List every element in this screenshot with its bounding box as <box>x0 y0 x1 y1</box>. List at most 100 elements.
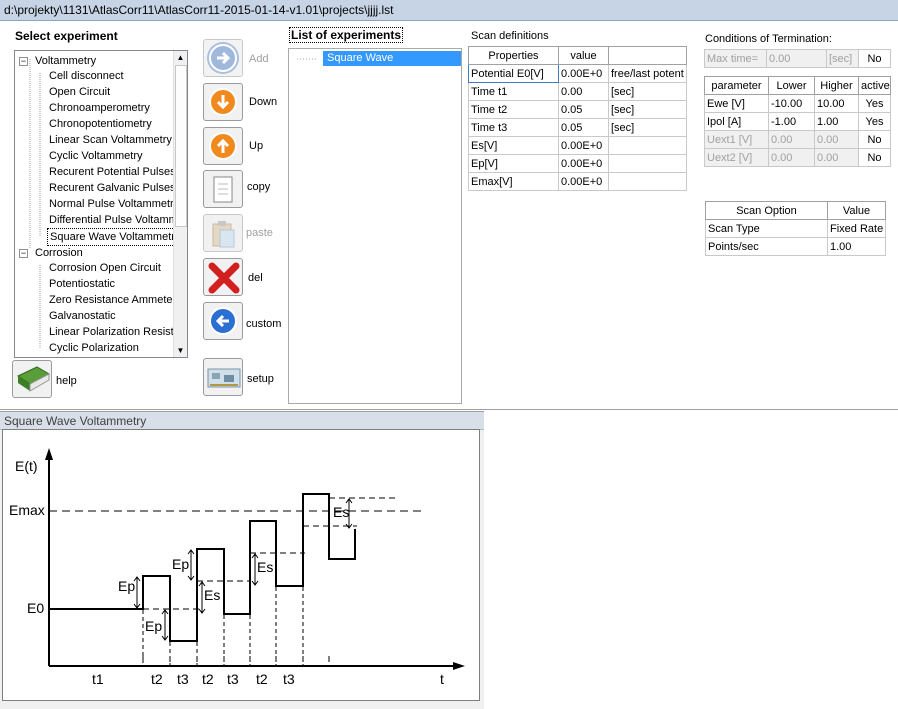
column-header[interactable]: Lower <box>768 76 815 95</box>
table-row[interactable]: Potential E0[V] 0.00E+0 free/last potent <box>468 64 687 83</box>
property-cell[interactable]: Time t3 <box>468 118 559 137</box>
tree-item-differential-pulse[interactable]: Differential Pulse Voltammetry <box>49 212 187 228</box>
tree-item-linear-polarization[interactable]: Linear Polarization Resistance <box>49 324 187 340</box>
value-cell[interactable]: 0.00E+0 <box>558 154 609 173</box>
table-row[interactable]: Ewe [V] -10.00 10.00 Yes <box>704 94 891 113</box>
property-cell[interactable]: Es[V] <box>468 136 559 155</box>
lower-cell[interactable]: 0.00 <box>768 130 815 149</box>
table-row[interactable]: Emax[V] 0.00E+0 <box>468 172 687 191</box>
experiment-tree[interactable]: − Voltammetry Cell disconnect Open Circu… <box>14 50 188 358</box>
tree-item-square-wave[interactable]: Square Wave Voltammetry <box>47 228 184 246</box>
value-cell[interactable]: 0.05 <box>558 118 609 137</box>
column-header[interactable] <box>608 46 687 65</box>
tree-item-cell-disconnect[interactable]: Cell disconnect <box>49 68 124 84</box>
property-cell[interactable]: Emax[V] <box>468 172 559 191</box>
tree-item-chronopotentiometry[interactable]: Chronopotentiometry <box>49 116 152 132</box>
custom-button[interactable] <box>203 302 243 340</box>
lower-cell[interactable]: -10.00 <box>768 94 815 113</box>
option-cell[interactable]: Points/sec <box>705 237 828 256</box>
unit-cell[interactable]: [sec] <box>608 100 687 119</box>
table-row[interactable]: Ep[V] 0.00E+0 <box>468 154 687 173</box>
table-row[interactable]: Uext2 [V] 0.00 0.00 No <box>704 148 891 167</box>
column-header[interactable]: active <box>858 76 891 95</box>
active-cell[interactable]: Yes <box>858 112 891 131</box>
column-header[interactable]: Properties <box>468 46 559 65</box>
property-cell[interactable]: Potential E0[V] <box>468 64 559 83</box>
tree-item-galvanostatic[interactable]: Galvanostatic <box>49 308 116 324</box>
column-header[interactable]: value <box>558 46 609 65</box>
paste-button[interactable] <box>203 214 243 252</box>
higher-cell[interactable]: 0.00 <box>814 148 859 167</box>
unit-cell[interactable]: free/last potent <box>608 64 687 83</box>
lower-cell[interactable]: 0.00 <box>768 148 815 167</box>
list-item[interactable]: Square Wave Voltammetry <box>323 51 461 79</box>
table-row[interactable]: Scan Type Fixed Rate <box>705 219 886 238</box>
tree-item-recurent-potential[interactable]: Recurent Potential Pulses <box>49 164 176 180</box>
column-header[interactable]: Scan Option <box>705 201 828 220</box>
table-row[interactable]: Time t3 0.05 [sec] <box>468 118 687 137</box>
experiment-list[interactable]: Square Wave Voltammetry <box>288 48 462 404</box>
tree-item-cyclic-polarization[interactable]: Cyclic Polarization <box>49 340 139 356</box>
tree-item-open-circuit[interactable]: Open Circuit <box>49 84 110 100</box>
down-button[interactable] <box>203 83 243 121</box>
option-cell[interactable]: Scan Type <box>705 219 828 238</box>
higher-cell[interactable]: 1.00 <box>814 112 859 131</box>
parameter-cell[interactable]: Ewe [V] <box>704 94 769 113</box>
scroll-down-icon[interactable]: ▼ <box>175 345 186 356</box>
table-row[interactable]: Time t1 0.00 [sec] <box>468 82 687 101</box>
tree-item-linear-scan[interactable]: Linear Scan Voltammetry <box>49 132 172 148</box>
property-cell[interactable]: Time t1 <box>468 82 559 101</box>
column-header[interactable]: Higher <box>814 76 859 95</box>
del-button[interactable] <box>203 258 243 296</box>
tree-scrollbar[interactable]: ▲ ▼ <box>173 51 187 357</box>
tree-item-potentiostatic[interactable]: Potentiostatic <box>49 276 115 292</box>
table-row[interactable]: Max time= 0.00 [sec] No <box>704 49 891 68</box>
value-cell[interactable]: Fixed Rate <box>827 219 886 238</box>
copy-button[interactable] <box>203 170 243 208</box>
parameter-cell[interactable]: Ipol [A] <box>704 112 769 131</box>
scan-definitions-table[interactable]: Properties value Potential E0[V] 0.00E+0… <box>468 46 687 191</box>
parameter-cell[interactable]: Uext1 [V] <box>704 130 769 149</box>
column-header[interactable]: parameter <box>704 76 769 95</box>
table-row[interactable]: Time t2 0.05 [sec] <box>468 100 687 119</box>
property-cell[interactable]: Ep[V] <box>468 154 559 173</box>
higher-cell[interactable]: 0.00 <box>814 130 859 149</box>
tree-item-corrosion-open-circuit[interactable]: Corrosion Open Circuit <box>49 260 161 276</box>
scroll-up-icon[interactable]: ▲ <box>175 52 186 63</box>
lower-cell[interactable]: -1.00 <box>768 112 815 131</box>
higher-cell[interactable]: 10.00 <box>814 94 859 113</box>
table-row[interactable]: Es[V] 0.00E+0 <box>468 136 687 155</box>
max-time-field[interactable]: 0.00 <box>766 49 827 68</box>
max-time-active[interactable]: No <box>858 49 891 68</box>
property-cell[interactable]: Time t2 <box>468 100 559 119</box>
column-header[interactable]: Value <box>827 201 886 220</box>
max-time-table[interactable]: Max time= 0.00 [sec] No <box>704 49 891 68</box>
unit-cell[interactable] <box>608 136 687 155</box>
add-button[interactable] <box>203 39 243 77</box>
value-cell[interactable]: 0.05 <box>558 100 609 119</box>
tree-item-chronoamperometry[interactable]: Chronoamperometry <box>49 100 150 116</box>
unit-cell[interactable] <box>608 154 687 173</box>
scroll-thumb[interactable] <box>175 65 187 227</box>
value-cell[interactable]: 0.00E+0 <box>558 172 609 191</box>
parameter-cell[interactable]: Uext2 [V] <box>704 148 769 167</box>
unit-cell[interactable]: [sec] <box>608 82 687 101</box>
scan-option-table[interactable]: Scan Option Value Scan Type Fixed Rate P… <box>705 201 886 256</box>
table-row[interactable]: Ipol [A] -1.00 1.00 Yes <box>704 112 891 131</box>
active-cell[interactable]: No <box>858 148 891 167</box>
unit-cell[interactable] <box>608 172 687 191</box>
help-button[interactable] <box>12 360 52 398</box>
active-cell[interactable]: Yes <box>858 94 891 113</box>
value-cell[interactable]: 0.00 <box>558 82 609 101</box>
unit-cell[interactable]: [sec] <box>608 118 687 137</box>
tree-item-zero-resistance[interactable]: Zero Resistance Ammeter <box>49 292 176 308</box>
active-cell[interactable]: No <box>858 130 891 149</box>
value-cell[interactable]: 0.00E+0 <box>558 136 609 155</box>
value-cell[interactable]: 0.00E+0 <box>558 64 609 83</box>
tree-item-recurent-galvanic[interactable]: Recurent Galvanic Pulses <box>49 180 176 196</box>
table-row[interactable]: Points/sec 1.00 <box>705 237 886 256</box>
tree-item-normal-pulse[interactable]: Normal Pulse Voltammetry <box>49 196 179 212</box>
tree-item-cyclic-voltammetry[interactable]: Cyclic Voltammetry <box>49 148 143 164</box>
table-row[interactable]: Uext1 [V] 0.00 0.00 No <box>704 130 891 149</box>
value-cell[interactable]: 1.00 <box>827 237 886 256</box>
